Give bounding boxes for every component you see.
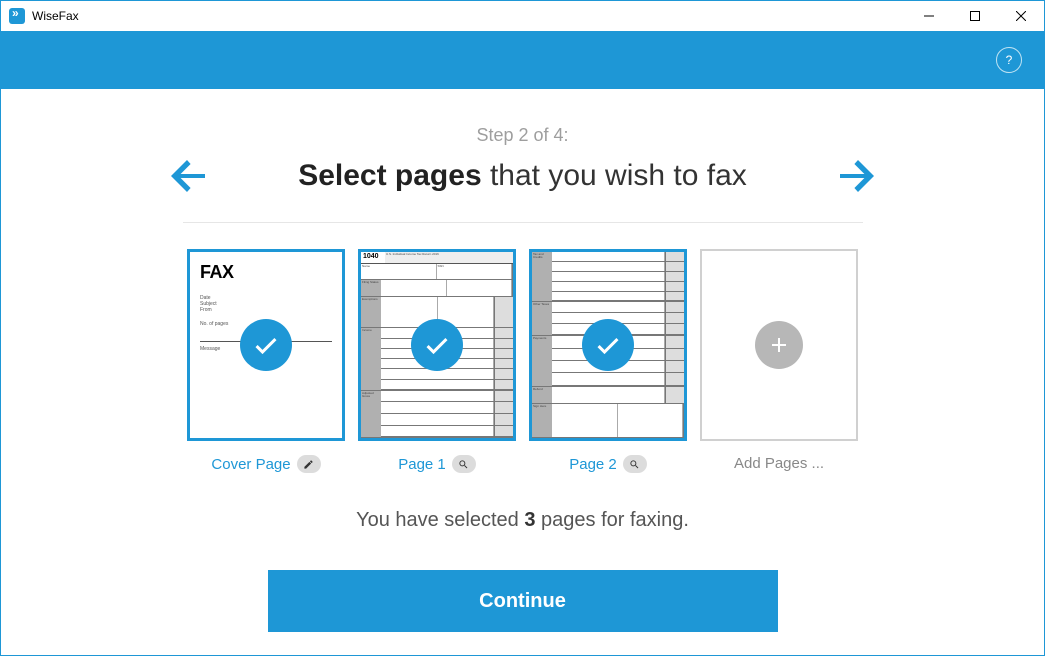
thumb-label[interactable]: Add Pages ... (734, 455, 824, 472)
arrow-left-icon (165, 152, 213, 200)
summary-count: 3 (524, 509, 535, 531)
titlebar: WiseFax (1, 1, 1044, 31)
selected-check-icon (411, 319, 463, 371)
arrow-right-icon (832, 152, 880, 200)
close-button[interactable] (998, 1, 1044, 31)
thumb-label[interactable]: Page 2 (569, 456, 617, 473)
magnifier-icon (629, 459, 640, 470)
edit-cover-button[interactable] (297, 455, 321, 473)
page-thumbnail[interactable]: Tax and Credits Other Taxes Pa (529, 249, 687, 441)
thumb-page-2: Tax and Credits Other Taxes Pa (528, 249, 688, 473)
app-header: ? (1, 31, 1044, 89)
continue-label: Continue (479, 590, 566, 613)
thumb-cover-page: FAX Date Subject From No. of pages Messa… (186, 249, 346, 473)
maximize-button[interactable] (952, 1, 998, 31)
maximize-icon (970, 11, 980, 21)
selection-summary: You have selected 3 pages for faxing. (356, 509, 689, 532)
add-pages-button[interactable] (700, 249, 858, 441)
heading-rest: that you wish to fax (482, 159, 747, 192)
selected-check-icon (240, 319, 292, 371)
page-thumbnails: FAX Date Subject From No. of pages Messa… (186, 249, 859, 473)
zoom-page-button[interactable] (452, 455, 476, 473)
thumb-label-row: Page 1 (398, 455, 476, 473)
step-indicator: Step 2 of 4: (476, 125, 568, 146)
thumb-page-1: 1040 U.S. Individual Income Tax Return 2… (357, 249, 517, 473)
close-icon (1016, 11, 1026, 21)
main-content: Step 2 of 4: Select pages that you wish … (1, 89, 1044, 655)
next-step-button[interactable] (832, 152, 880, 200)
thumb-label-row: Page 2 (569, 455, 647, 473)
help-icon: ? (1006, 53, 1013, 67)
app-window: WiseFax ? Step 2 of 4: Select pages that… (0, 0, 1045, 656)
thumb-add-pages: Add Pages ... (699, 249, 859, 473)
continue-button[interactable]: Continue (268, 570, 778, 632)
divider (183, 222, 863, 223)
thumb-label-row: Cover Page (211, 455, 320, 473)
pencil-icon (303, 459, 314, 470)
page-thumbnail[interactable]: FAX Date Subject From No. of pages Messa… (187, 249, 345, 441)
magnifier-icon (458, 459, 469, 470)
app-title: WiseFax (32, 9, 79, 23)
summary-suffix: pages for faxing. (535, 509, 688, 531)
thumb-label[interactable]: Page 1 (398, 456, 446, 473)
zoom-page-button[interactable] (623, 455, 647, 473)
thumb-label-row: Add Pages ... (734, 455, 824, 472)
page-thumbnail[interactable]: 1040 U.S. Individual Income Tax Return 2… (358, 249, 516, 441)
heading-bold: Select pages (298, 159, 481, 192)
heading-row: Select pages that you wish to fax (165, 152, 880, 200)
help-button[interactable]: ? (996, 47, 1022, 73)
cover-title: FAX (200, 262, 332, 283)
prev-step-button[interactable] (165, 152, 213, 200)
page-title: Select pages that you wish to fax (298, 159, 747, 193)
app-icon (9, 8, 25, 24)
minimize-button[interactable] (906, 1, 952, 31)
plus-icon (755, 321, 803, 369)
minimize-icon (924, 11, 934, 21)
thumb-label[interactable]: Cover Page (211, 456, 290, 473)
summary-prefix: You have selected (356, 509, 524, 531)
selected-check-icon (582, 319, 634, 371)
